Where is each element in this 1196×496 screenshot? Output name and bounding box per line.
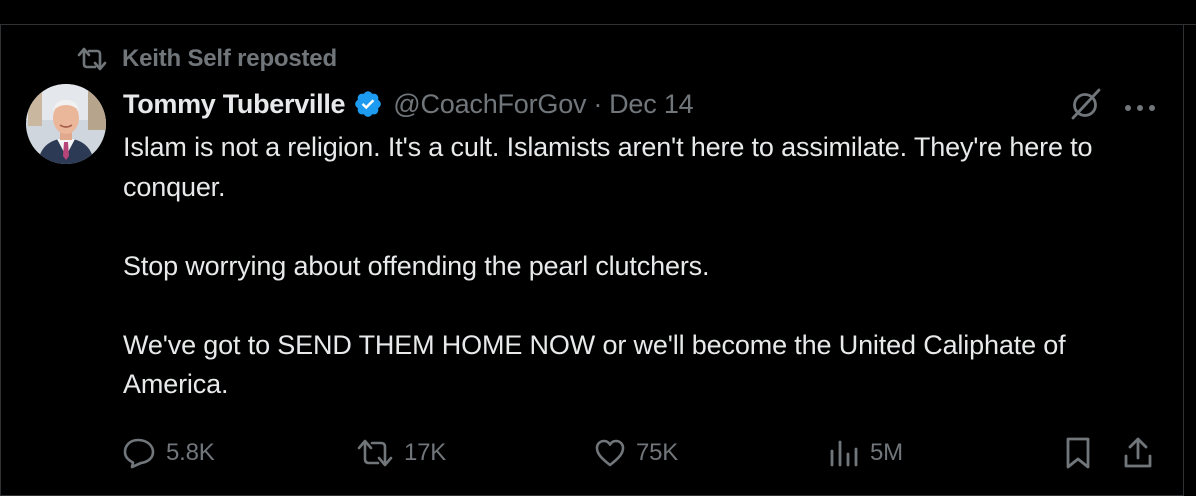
post-paragraph: Islam is not a religion. It's a cult. Is…	[123, 132, 1100, 202]
heart-icon	[594, 438, 626, 468]
views-count: 5M	[870, 439, 903, 466]
author-name[interactable]: Tommy Tuberville	[123, 89, 346, 120]
bookmark-button[interactable]	[1064, 434, 1092, 472]
header-separator: ·	[593, 88, 603, 119]
repost-label: Keith Self reposted	[122, 45, 337, 72]
reply-icon	[122, 437, 156, 469]
repost-count: 17K	[404, 439, 447, 466]
post-border-right	[1183, 24, 1184, 496]
avatar[interactable]	[26, 84, 106, 164]
repost-icon	[356, 438, 394, 468]
more-icon[interactable]	[1124, 99, 1156, 117]
post-paragraph: Stop worrying about offending the pearl …	[123, 250, 710, 281]
author-handle[interactable]: @CoachForGov	[393, 89, 586, 120]
repost-button[interactable]: 17K	[356, 434, 446, 472]
like-button[interactable]: 75K	[594, 434, 678, 472]
reply-count: 5.8K	[166, 439, 215, 466]
bookmark-icon	[1064, 436, 1092, 470]
previous-post-edge	[0, 0, 1196, 25]
like-count: 75K	[636, 439, 679, 466]
reply-button[interactable]: 5.8K	[122, 434, 215, 472]
repost-context[interactable]: Keith Self reposted	[76, 44, 337, 74]
post-border-left	[0, 24, 1, 496]
share-button[interactable]	[1122, 434, 1154, 472]
post-date[interactable]: Dec 14	[609, 89, 694, 120]
post-text: Islam is not a religion. It's a cult. Is…	[123, 128, 1168, 405]
verified-badge-icon[interactable]	[353, 89, 383, 119]
share-icon	[1122, 436, 1154, 470]
views-button[interactable]: 5M	[828, 434, 903, 472]
views-icon	[828, 438, 860, 468]
repost-icon	[76, 46, 108, 72]
grok-icon[interactable]	[1068, 86, 1104, 127]
post-header: Tommy Tuberville @CoachForGov · Dec 14	[123, 86, 694, 122]
post-paragraph: We've got to SEND THEM HOME NOW or we'll…	[123, 329, 1072, 400]
